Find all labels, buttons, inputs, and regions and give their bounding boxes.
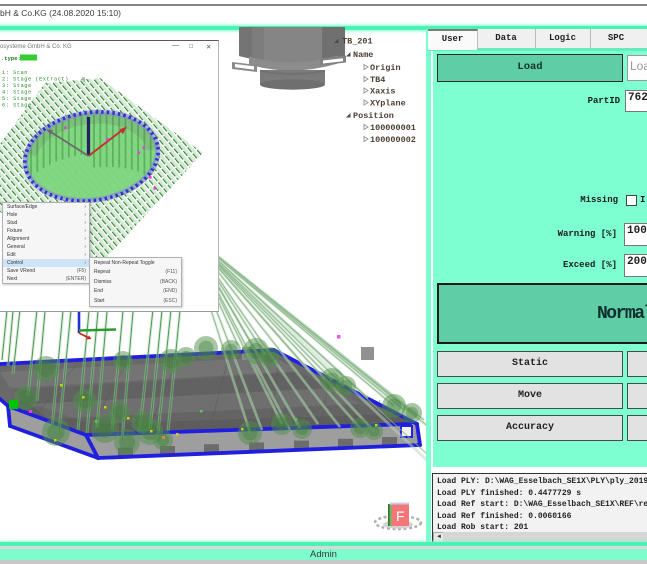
svg-text:2: Stage (Extract): 2: Stage (Extract) [2,77,69,83]
svg-text:1: Scan: 1: Scan [2,70,28,76]
svg-text:Position: Position [353,111,394,121]
svg-text:100000001: 100000001 [370,123,416,133]
svg-text:Xaxis: Xaxis [370,87,396,97]
svg-text:4: Stage: 4: Stage [2,90,32,96]
svg-text:F: F [396,508,405,524]
svg-text:6: Stage: 6: Stage [2,103,32,109]
svg-text:Origin: Origin [370,63,401,73]
svg-text:3: Stage: 3: Stage [2,83,32,89]
svg-text:.type:: .type: [1,55,21,62]
svg-text:XYplane: XYplane [370,99,406,109]
svg-text:TB4: TB4 [370,75,385,85]
svg-text:100000002: 100000002 [370,135,416,145]
svg-text:4|: 4| [81,77,86,83]
svg-text:Name: Name [353,50,373,60]
svg-text:TB_201: TB_201 [342,37,373,47]
svg-text:5: Stage: 5: Stage [2,96,32,102]
